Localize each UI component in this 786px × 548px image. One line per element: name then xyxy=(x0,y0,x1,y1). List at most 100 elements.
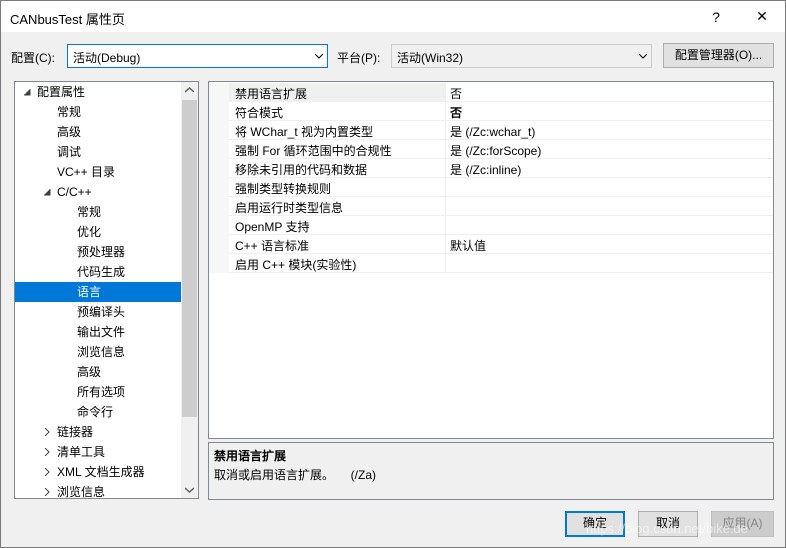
property-value[interactable]: 默认值 xyxy=(446,235,773,254)
property-value[interactable]: 否 xyxy=(446,102,773,121)
tree-item[interactable]: 预编译头 xyxy=(15,302,181,322)
row-gutter xyxy=(209,235,229,254)
property-value[interactable]: 否 xyxy=(446,83,773,102)
tree-item[interactable]: 代码生成 xyxy=(15,262,181,282)
row-gutter xyxy=(209,121,229,140)
tree-item[interactable]: 输出文件 xyxy=(15,322,181,342)
property-value[interactable]: 是 (/Zc:inline) xyxy=(446,159,773,178)
tree-item[interactable]: 清单工具 xyxy=(15,442,181,462)
tree-item-label: 清单工具 xyxy=(57,445,106,459)
tree-item-label: 链接器 xyxy=(57,425,94,439)
tree-scroll-thumb[interactable] xyxy=(182,100,197,417)
config-dropdown-value: 活动(Debug) xyxy=(73,51,141,65)
row-gutter xyxy=(209,159,229,178)
chevron-down-icon xyxy=(639,53,647,59)
property-value[interactable] xyxy=(446,216,773,235)
tree-item[interactable]: 预处理器 xyxy=(15,242,181,262)
description-text: 取消或启用语言扩展。 (/Za) xyxy=(214,468,377,482)
chevron-down-icon xyxy=(315,53,323,59)
tree-item[interactable]: 浏览信息 xyxy=(15,342,181,362)
property-value[interactable]: 是 (/Zc:forScope) xyxy=(446,140,773,159)
row-gutter xyxy=(209,83,229,102)
property-name: 将 WChar_t 视为内置类型 xyxy=(229,121,446,140)
platform-dropdown-value: 活动(Win32) xyxy=(397,51,464,65)
property-row[interactable]: 强制 For 循环范围中的合规性是 (/Zc:forScope) xyxy=(209,140,773,159)
property-row[interactable]: 禁用语言扩展否 xyxy=(209,83,773,102)
tree-item-label: 命令行 xyxy=(77,405,114,419)
close-button[interactable]: ✕ xyxy=(739,1,785,32)
tree-item-label: 高级 xyxy=(77,365,102,379)
property-row[interactable]: 启用运行时类型信息 xyxy=(209,197,773,216)
row-gutter xyxy=(209,216,229,235)
property-name: 启用 C++ 模块(实验性) xyxy=(229,254,446,273)
property-row[interactable]: 移除未引用的代码和数据是 (/Zc:inline) xyxy=(209,159,773,178)
tree-item[interactable]: C/C++ xyxy=(15,182,181,202)
collapsed-arrow-icon[interactable] xyxy=(43,468,51,476)
collapsed-arrow-icon[interactable] xyxy=(43,448,51,456)
property-row[interactable]: 强制类型转换规则 xyxy=(209,178,773,197)
tree-item-label: 常规 xyxy=(77,205,102,219)
tree-item[interactable]: 高级 xyxy=(15,362,181,382)
tree-item[interactable]: 所有选项 xyxy=(15,382,181,402)
scroll-down-icon[interactable] xyxy=(185,487,194,493)
property-row[interactable]: 符合模式否 xyxy=(209,102,773,121)
row-gutter xyxy=(209,197,229,216)
expanded-arrow-icon[interactable] xyxy=(43,188,51,196)
property-name: 强制 For 循环范围中的合规性 xyxy=(229,140,446,159)
property-pages-dialog: CANbusTest 属性页 ? ✕ 配置(C): 活动(Debug) 平台(P… xyxy=(0,0,786,548)
help-button[interactable]: ? xyxy=(693,1,739,32)
tree-item-label: 配置属性 xyxy=(37,85,86,99)
platform-label: 平台(P): xyxy=(337,51,381,65)
property-name: 强制类型转换规则 xyxy=(229,178,446,197)
tree-item-label: 预处理器 xyxy=(77,245,126,259)
property-value[interactable] xyxy=(446,254,773,273)
scroll-up-icon[interactable] xyxy=(185,87,194,93)
tree-item[interactable]: XML 文档生成器 xyxy=(15,462,181,482)
collapsed-arrow-icon[interactable] xyxy=(43,428,51,436)
tree-item-label: 优化 xyxy=(77,225,102,239)
tree-item[interactable]: 命令行 xyxy=(15,402,181,422)
help-icon: ? xyxy=(712,8,720,25)
expanded-arrow-icon[interactable] xyxy=(23,88,31,96)
category-tree: 配置属性 常规 高级 调试 VC++ 目录 C/C++ 常规 优化 预处理器 代码生成 语言 预编译头… xyxy=(14,81,199,499)
property-name: 启用运行时类型信息 xyxy=(229,197,446,216)
property-row[interactable]: 启用 C++ 模块(实验性) xyxy=(209,254,773,273)
property-name: 禁用语言扩展 xyxy=(229,83,446,102)
config-label: 配置(C): xyxy=(11,51,55,65)
tree-item[interactable]: 浏览信息 xyxy=(15,482,181,498)
config-dropdown[interactable]: 活动(Debug) xyxy=(67,44,328,68)
cancel-button[interactable]: 取消 xyxy=(638,511,698,537)
tree-item[interactable]: 调试 xyxy=(15,142,181,162)
tree-item[interactable]: 配置属性 xyxy=(15,82,181,102)
tree-item-label: 所有选项 xyxy=(77,385,126,399)
property-row[interactable]: 将 WChar_t 视为内置类型是 (/Zc:wchar_t) xyxy=(209,121,773,140)
tree-item-label: XML 文档生成器 xyxy=(57,465,145,479)
tree-item[interactable]: 语言 xyxy=(15,282,181,302)
tree-item-label: 调试 xyxy=(57,145,82,159)
tree-scrollbar[interactable] xyxy=(181,82,198,498)
tree-item[interactable]: 优化 xyxy=(15,222,181,242)
property-value[interactable] xyxy=(446,178,773,197)
tree-item[interactable]: 链接器 xyxy=(15,422,181,442)
collapsed-arrow-icon[interactable] xyxy=(43,488,51,496)
platform-dropdown[interactable]: 活动(Win32) xyxy=(391,44,652,68)
tree-item[interactable]: 常规 xyxy=(15,202,181,222)
configuration-manager-button[interactable]: 配置管理器(O)... xyxy=(663,43,774,68)
property-name: C++ 语言标准 xyxy=(229,235,446,254)
tree-item-label: 浏览信息 xyxy=(77,345,126,359)
property-value[interactable]: 是 (/Zc:wchar_t) xyxy=(446,121,773,140)
property-row[interactable]: OpenMP 支持 xyxy=(209,216,773,235)
tree-item[interactable]: 高级 xyxy=(15,122,181,142)
tree-item[interactable]: VC++ 目录 xyxy=(15,162,181,182)
tree-item[interactable]: 常规 xyxy=(15,102,181,122)
tree-item-label: VC++ 目录 xyxy=(57,165,116,179)
property-grid: 禁用语言扩展否符合模式否将 WChar_t 视为内置类型是 (/Zc:wchar… xyxy=(208,81,774,439)
tree-item-label: C/C++ xyxy=(57,185,92,199)
tree-item-label: 代码生成 xyxy=(77,265,126,279)
tree-item-label: 语言 xyxy=(77,285,102,299)
tree-item-label: 常规 xyxy=(57,105,82,119)
ok-button[interactable]: 确定 xyxy=(565,511,625,537)
property-value[interactable] xyxy=(446,197,773,216)
apply-button[interactable]: 应用(A) xyxy=(711,511,774,537)
property-row[interactable]: C++ 语言标准 默认值 xyxy=(209,235,773,254)
